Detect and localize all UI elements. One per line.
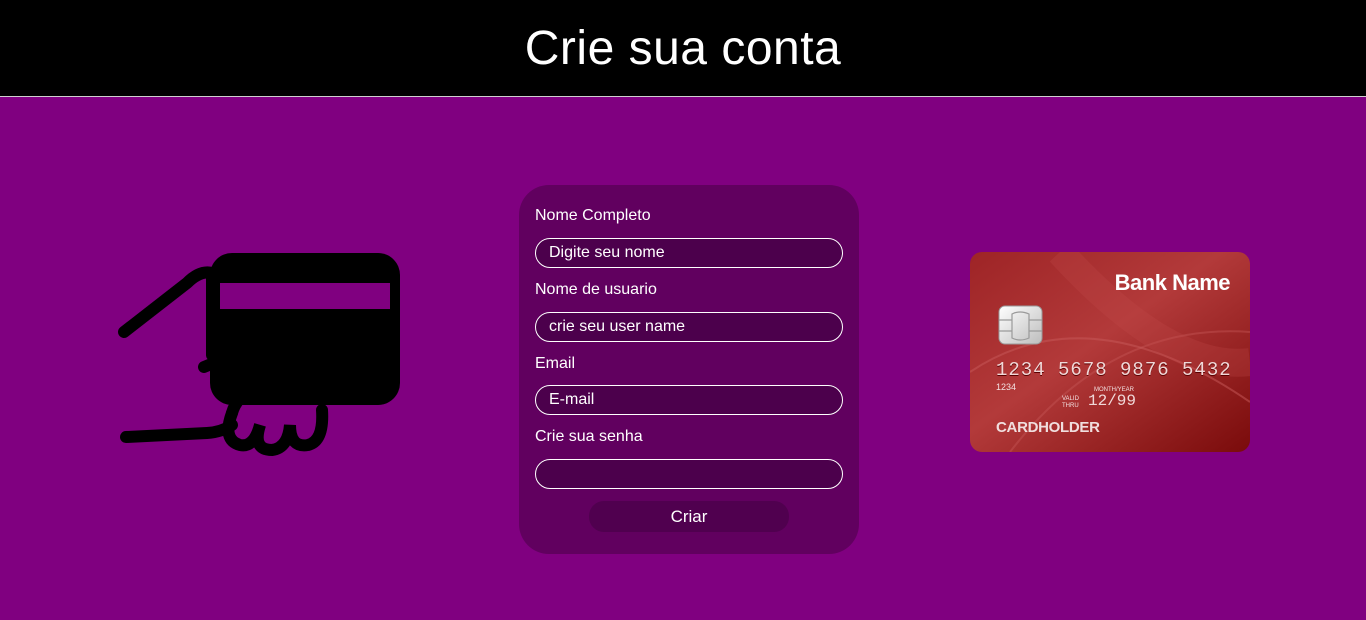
- bank-name: Bank Name: [1114, 270, 1231, 295]
- username-label: Nome de usuario: [535, 281, 657, 298]
- password-input[interactable]: [535, 459, 843, 489]
- card-number-small: 1234: [996, 382, 1017, 392]
- full-name-label: Nome Completo: [535, 207, 651, 224]
- email-input[interactable]: [535, 385, 843, 415]
- cardholder-label: CARDHOLDER: [996, 419, 1100, 436]
- create-account-button[interactable]: Criar: [589, 501, 789, 532]
- username-input[interactable]: [535, 312, 843, 342]
- page-title: Crie sua conta: [524, 21, 842, 75]
- card-number: 1234 5678 9876 5432: [996, 359, 1232, 381]
- password-label: Crie sua senha: [535, 428, 643, 445]
- signup-form: Nome Completo Nome de usuario Email Crie…: [519, 185, 859, 554]
- page-header: Crie sua conta: [0, 0, 1366, 97]
- credit-card-image: Bank Name 1234 5678 9876 5432 1234 VALID…: [970, 252, 1250, 452]
- card-expiry: 12/99: [1088, 392, 1137, 410]
- full-name-input[interactable]: [535, 238, 843, 268]
- hand-holding-card-icon: [118, 253, 400, 457]
- email-label: Email: [535, 355, 576, 372]
- chip-icon: [998, 305, 1043, 345]
- valid-thru-label: VALID THRU: [1062, 396, 1079, 409]
